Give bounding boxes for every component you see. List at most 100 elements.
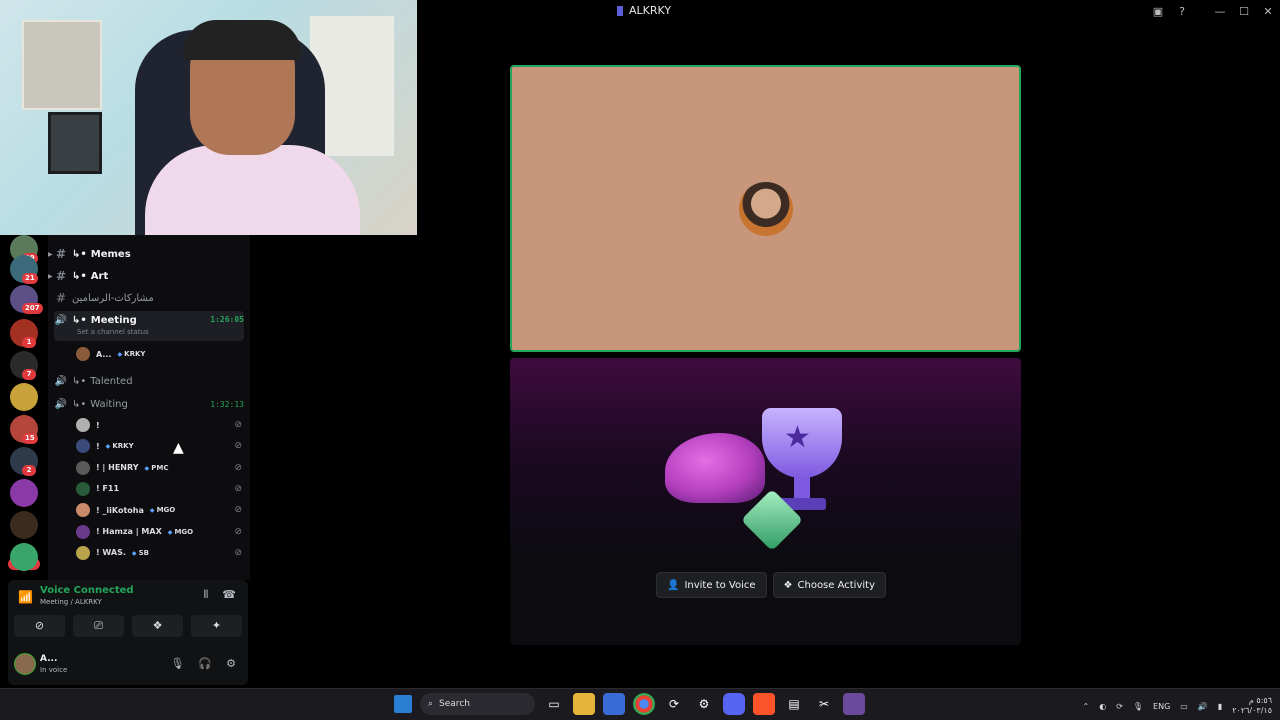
deafened-icon: ⊘ [234,483,242,494]
microphone-icon[interactable]: 🎙 [170,657,184,670]
wall-plaque [22,20,102,110]
voice-user-row[interactable]: ! Hamza | MAX MGO ⊘ [76,522,242,542]
store-icon[interactable] [603,693,625,715]
voice-location[interactable]: Meeting / ALKRKY [40,598,102,606]
voice-user-row[interactable]: ! | HENRY PMC ⊘ [76,458,242,478]
channel-status[interactable]: Set a channel status [77,328,149,336]
soundboard-button[interactable]: ✦ [191,615,242,637]
minimize-button[interactable]: — [1208,5,1232,18]
close-button[interactable]: ✕ [1256,5,1280,18]
server-icon[interactable] [10,543,38,571]
voice-user-row[interactable]: ! WAS. SB ⊘ [76,543,242,563]
brave-icon[interactable] [753,693,775,715]
help-icon[interactable]: ? [1170,5,1194,18]
activities-button[interactable]: ❖ [132,615,183,637]
tray-icon[interactable]: ◐ [1099,702,1106,711]
voice-user-row[interactable]: ! ⊘ [76,415,242,435]
voice-user-name: A... [96,349,112,359]
shell-illustration [665,433,765,503]
settings-icon[interactable]: ⚙ [693,693,715,715]
server-icon[interactable] [10,479,38,507]
battery-icon[interactable]: ▮ [1218,702,1222,711]
noise-suppression-icon[interactable]: ⦀ [203,588,208,602]
voice-channel-talented[interactable]: 🔊 ↳• Talented [54,370,244,392]
server-tag: PMC [145,464,168,472]
avatar [76,503,90,518]
volume-icon[interactable]: 🔊 [1198,702,1208,711]
server-tag: MGO [150,506,176,514]
screen-share-button[interactable]: ⎚ [73,615,124,637]
participant-tile[interactable] [510,65,1021,352]
app-icon [617,5,623,16]
task-view-icon[interactable]: ▭ [543,693,565,715]
channel-memes[interactable]: ▶ # ↳• Memes [48,243,244,265]
avatar [76,545,90,560]
wall-plaque-dark [48,112,102,174]
app-icon-2[interactable]: ▤ [783,693,805,715]
avatar [76,347,90,361]
avatar [76,460,90,475]
user-panel: A... In voice 🎙 🎧 ⚙ [8,648,248,680]
voice-user-name: ! [96,441,100,451]
participant-avatar [739,182,793,236]
channel-artists-share[interactable]: # مشاركات-الرسامين [54,287,244,309]
window-title: ALKRKY [617,4,671,17]
username[interactable]: A... [40,654,57,664]
avatar [76,524,90,539]
discord-icon[interactable] [723,693,745,715]
streamer [145,15,360,235]
avatar[interactable] [14,653,36,675]
capcut-icon[interactable]: ✂ [813,693,835,715]
disconnect-icon[interactable]: ☎ [222,588,236,602]
voice-user-name: ! Hamza | MAX [96,527,162,536]
avatar [76,481,90,496]
sync-icon[interactable]: ⟳ [1116,702,1123,711]
server-icon[interactable] [10,383,38,411]
start-windows-icon[interactable] [394,695,412,713]
taskbar: ⌕ Search ▭ ⟳ ⚙ ▤ ✂ ⌃ ◐ ⟳ 🎙 ENG ▭ 🔊 ▮ ٥:٥… [0,688,1280,720]
voice-user-row[interactable]: ! _iiKotoha MGO ⊘ [76,500,242,520]
hash-icon: # [55,247,67,261]
camera-button[interactable]: ⊘ [14,615,65,637]
file-explorer-icon[interactable] [573,693,595,715]
voice-user-row[interactable]: ! F11 ⊘ [76,479,242,499]
screen-share-icon[interactable]: ▣ [1146,5,1170,18]
deafened-icon: ⊘ [234,462,242,473]
mention-badge: 207 [22,303,43,314]
chevron-up-icon[interactable]: ⌃ [1083,702,1090,711]
taskbar-search[interactable]: ⌕ Search [420,693,535,715]
channel-art[interactable]: ▶ # ↳• Art [48,265,244,287]
network-icon[interactable]: ▭ [1180,702,1188,711]
mention-badge: 2 [22,465,36,476]
mention-badge: 21 [22,273,38,284]
user-status: In voice [40,666,68,674]
invite-to-voice-button[interactable]: 👤 Invite to Voice [656,572,767,598]
voice-user-name: ! WAS. [96,548,126,558]
headphones-icon[interactable]: 🎧 [198,657,212,670]
mouse-cursor-icon: ▲ [173,440,184,456]
choose-activity-button[interactable]: ❖ Choose Activity [772,572,886,598]
mic-tray-icon[interactable]: 🎙 [1133,702,1143,711]
voice-channel-meeting[interactable]: 🔊 ↳• Meeting 1:26:05 Set a channel statu… [54,311,244,341]
webcam-overlay [0,0,417,235]
speaker-icon: 🔊 [54,315,68,326]
app-icon-1[interactable]: ⟳ [663,693,685,715]
avatar [76,439,90,454]
window-controls: ▣ ? — ☐ ✕ [1146,0,1280,22]
language-indicator[interactable]: ENG [1153,702,1170,711]
chrome-icon[interactable] [633,693,655,715]
settings-gear-icon[interactable]: ⚙ [226,657,236,670]
clock[interactable]: ٥:٥٦ م ٢٠٢٦/٠٣/١٥ [1232,696,1272,716]
maximize-button[interactable]: ☐ [1232,5,1256,18]
deafened-icon: ⊘ [234,547,242,558]
signal-icon[interactable]: 📶 [18,590,33,604]
server-icon[interactable] [10,511,38,539]
hash-icon: # [55,269,67,283]
voice-status[interactable]: Voice Connected [40,585,134,596]
voice-user-name: ! F11 [96,484,120,494]
voice-user-row[interactable]: A... KRKY [76,344,242,364]
voice-user-row[interactable]: ! KRKY ⊘ [76,436,242,456]
voice-channel-waiting[interactable]: 🔊 ↳• Waiting 1:32:13 [54,393,244,415]
deafened-icon: ⊘ [234,441,242,452]
app-icon-3[interactable] [843,693,865,715]
